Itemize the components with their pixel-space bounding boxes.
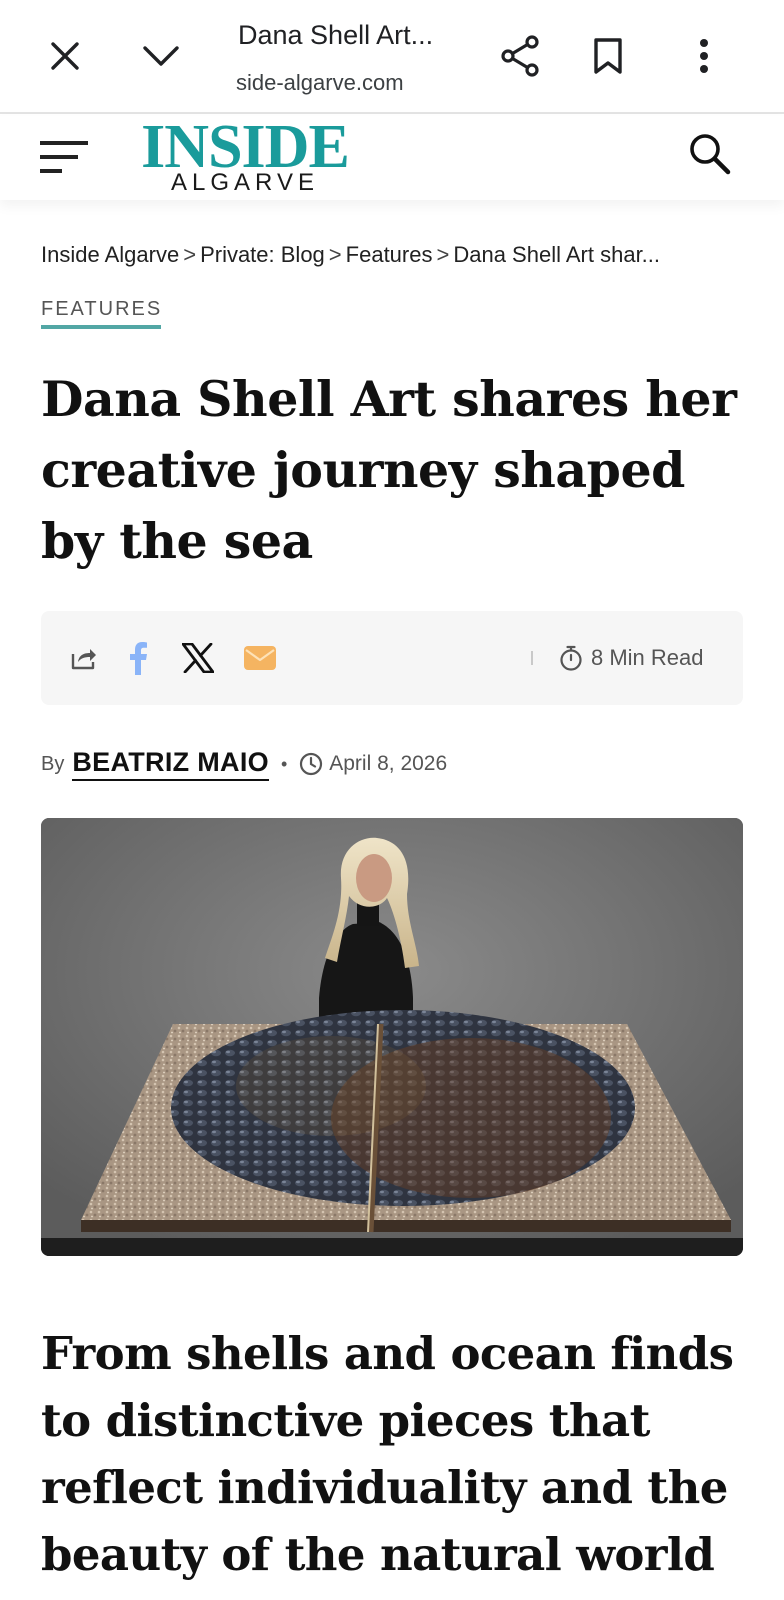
facebook-share-button[interactable] [119, 639, 157, 677]
breadcrumb-separator: > [328, 242, 342, 267]
by-label: By [41, 752, 65, 775]
artwork-photo [41, 818, 743, 1256]
timer-icon [560, 645, 582, 671]
email-share-button[interactable] [241, 639, 279, 677]
bookmark-icon [594, 38, 622, 74]
hero-image [41, 818, 743, 1256]
divider [531, 651, 533, 665]
url-text[interactable]: side-algarve.com [236, 70, 476, 96]
x-share-button[interactable] [179, 639, 217, 677]
share-bar: 8 Min Read [41, 611, 743, 705]
logo-algarve: ALGARVE [171, 169, 319, 196]
menu-button[interactable] [38, 138, 92, 178]
article-subheading: From shells and ocean finds to distincti… [41, 1327, 734, 1581]
article-title: Dana Shell Art shares her creative journ… [41, 370, 737, 570]
minimize-button[interactable] [135, 30, 187, 82]
more-vertical-icon [700, 39, 708, 73]
more-menu-button[interactable] [678, 30, 730, 82]
tab-title: Dana Shell Art... [238, 20, 434, 50]
author-link[interactable]: BEATRIZ MAIO [72, 747, 269, 781]
breadcrumb-item-current: Dana Shell Art shar... [453, 242, 661, 267]
close-icon [51, 42, 79, 70]
share-button[interactable] [65, 639, 103, 677]
site-logo[interactable]: INSIDE ALGARVE [132, 116, 358, 200]
clock-icon [300, 752, 323, 776]
breadcrumb: Inside Algarve > Private: Blog > Features > Da… [41, 240, 745, 270]
category-tag[interactable]: FEATURES [41, 296, 162, 322]
breadcrumb-separator: > [436, 242, 450, 267]
read-time: 8 Min Read [559, 641, 704, 675]
meta-separator-dot: • [280, 753, 288, 774]
search-button[interactable] [688, 132, 736, 180]
breadcrumb-item-features[interactable]: Features [346, 242, 433, 267]
search-icon [690, 134, 731, 175]
chevron-down-icon [143, 46, 179, 66]
category-underline [41, 325, 161, 329]
share-icon [71, 649, 96, 670]
read-time-label: 8 Min Read [591, 645, 704, 670]
breadcrumb-separator: > [183, 242, 197, 267]
hamburger-icon [40, 141, 88, 173]
publish-date: April 8, 2026 [329, 752, 448, 775]
breadcrumb-item-home[interactable]: Inside Algarve [41, 242, 179, 267]
browser-toolbar: Dana Shell Art... side-algarve.com [0, 0, 784, 114]
close-tab-button[interactable] [39, 30, 91, 82]
share-page-button[interactable] [494, 30, 546, 82]
bookmark-button[interactable] [582, 30, 634, 82]
site-header [0, 116, 784, 200]
byline: By BEATRIZ MAIO • April 8, 2026 [41, 744, 447, 784]
facebook-icon [130, 642, 147, 675]
breadcrumb-item-blog[interactable]: Private: Blog [200, 242, 325, 267]
email-icon [244, 646, 276, 670]
share-icon [501, 35, 539, 77]
x-icon [182, 643, 214, 673]
